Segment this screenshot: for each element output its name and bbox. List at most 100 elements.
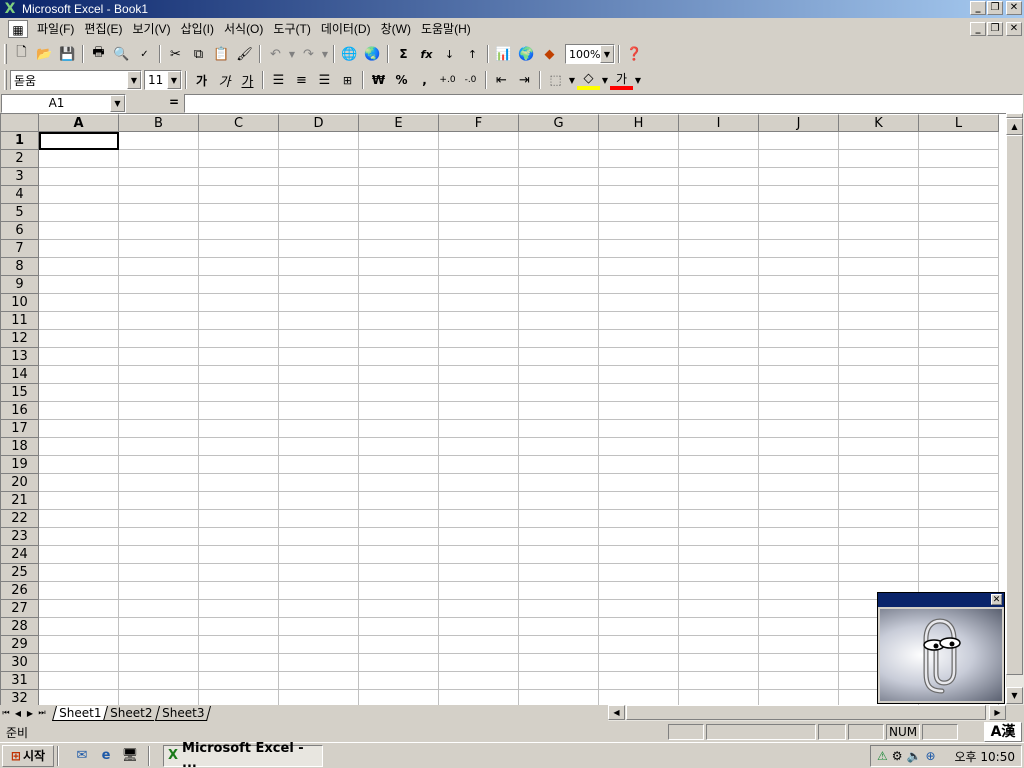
cell[interactable] [839,402,919,420]
cell[interactable] [439,618,519,636]
cell[interactable] [759,492,839,510]
cell[interactable] [279,636,359,654]
cell[interactable] [599,420,679,438]
cell[interactable] [39,438,119,456]
cell[interactable] [359,150,439,168]
cell[interactable] [279,402,359,420]
cell[interactable] [119,636,199,654]
cell[interactable] [919,276,999,294]
menu-format[interactable]: 서식(O) [219,19,268,39]
restore-button[interactable]: ❐ [987,1,1003,15]
cell[interactable] [759,636,839,654]
cell[interactable] [39,222,119,240]
cell[interactable] [359,546,439,564]
cell[interactable] [279,672,359,690]
menu-insert[interactable]: 삽입(I) [176,19,219,39]
cell[interactable] [759,366,839,384]
cell[interactable] [199,690,279,705]
cell[interactable] [759,384,839,402]
cell[interactable] [519,402,599,420]
vertical-scrollbar[interactable]: ▲ ▼ [1006,113,1024,705]
cell[interactable] [279,618,359,636]
cell[interactable] [359,456,439,474]
cell[interactable] [359,528,439,546]
cell[interactable] [39,330,119,348]
cell[interactable] [39,402,119,420]
cell[interactable] [759,474,839,492]
cell[interactable] [359,654,439,672]
toolbar-grip[interactable] [4,70,7,90]
cell[interactable] [279,240,359,258]
cell[interactable] [359,564,439,582]
cell[interactable] [679,510,759,528]
row-header[interactable]: 22 [1,510,39,528]
sheet-tab-2[interactable]: Sheet2 [103,706,159,721]
clock[interactable]: 오후 10:50 [955,748,1021,765]
hyperlink-icon[interactable]: 🌐 [338,43,361,65]
align-center-icon[interactable]: ≡ [290,69,313,91]
cell[interactable] [519,366,599,384]
cell[interactable] [679,132,759,150]
menu-file[interactable]: 파일(F) [32,19,79,39]
sort-ascending-icon[interactable]: ↓ [438,43,461,65]
row-header[interactable]: 6 [1,222,39,240]
cell[interactable] [759,420,839,438]
cell[interactable] [599,600,679,618]
cell[interactable] [199,366,279,384]
workbook-icon[interactable]: ▦ [8,20,28,38]
cell[interactable] [279,420,359,438]
cell[interactable] [519,186,599,204]
prev-sheet-button[interactable]: ◀ [12,706,24,720]
row-header[interactable]: 12 [1,330,39,348]
cell[interactable] [279,438,359,456]
cell[interactable] [119,618,199,636]
cell[interactable] [279,348,359,366]
cell[interactable] [119,294,199,312]
cell[interactable] [439,294,519,312]
active-cell[interactable] [39,132,119,150]
network-icon[interactable]: ⚙ [892,749,903,763]
cell[interactable] [119,222,199,240]
cell[interactable] [919,330,999,348]
cell[interactable] [679,330,759,348]
cell[interactable] [439,132,519,150]
cell[interactable] [519,330,599,348]
cell[interactable] [279,564,359,582]
cell[interactable] [759,546,839,564]
cell[interactable] [759,240,839,258]
cell[interactable] [519,528,599,546]
cell[interactable] [119,330,199,348]
cell[interactable] [519,150,599,168]
cell[interactable] [679,312,759,330]
cell[interactable] [119,582,199,600]
zoom-select[interactable]: 100% ▼ [565,44,615,64]
cell[interactable] [599,492,679,510]
cell[interactable] [279,456,359,474]
cell[interactable] [919,366,999,384]
cell[interactable] [919,510,999,528]
cell[interactable] [679,672,759,690]
cell[interactable] [759,690,839,705]
column-header-k[interactable]: K [839,114,919,132]
cell[interactable] [119,456,199,474]
cell[interactable] [679,294,759,312]
copy-icon[interactable]: ⧉ [187,43,210,65]
cell[interactable] [759,312,839,330]
cell[interactable] [519,672,599,690]
cell[interactable] [679,456,759,474]
cell[interactable] [39,546,119,564]
cell[interactable] [119,438,199,456]
menu-data[interactable]: 데이터(D) [316,19,376,39]
cell[interactable] [519,474,599,492]
cell[interactable] [599,258,679,276]
cell[interactable] [119,474,199,492]
cell[interactable] [199,258,279,276]
last-sheet-button[interactable]: ⏭ [36,706,48,720]
cell[interactable] [199,384,279,402]
cell[interactable] [439,582,519,600]
cell[interactable] [119,654,199,672]
cell[interactable] [599,384,679,402]
cell[interactable] [599,582,679,600]
row-header[interactable]: 3 [1,168,39,186]
cell[interactable] [199,546,279,564]
